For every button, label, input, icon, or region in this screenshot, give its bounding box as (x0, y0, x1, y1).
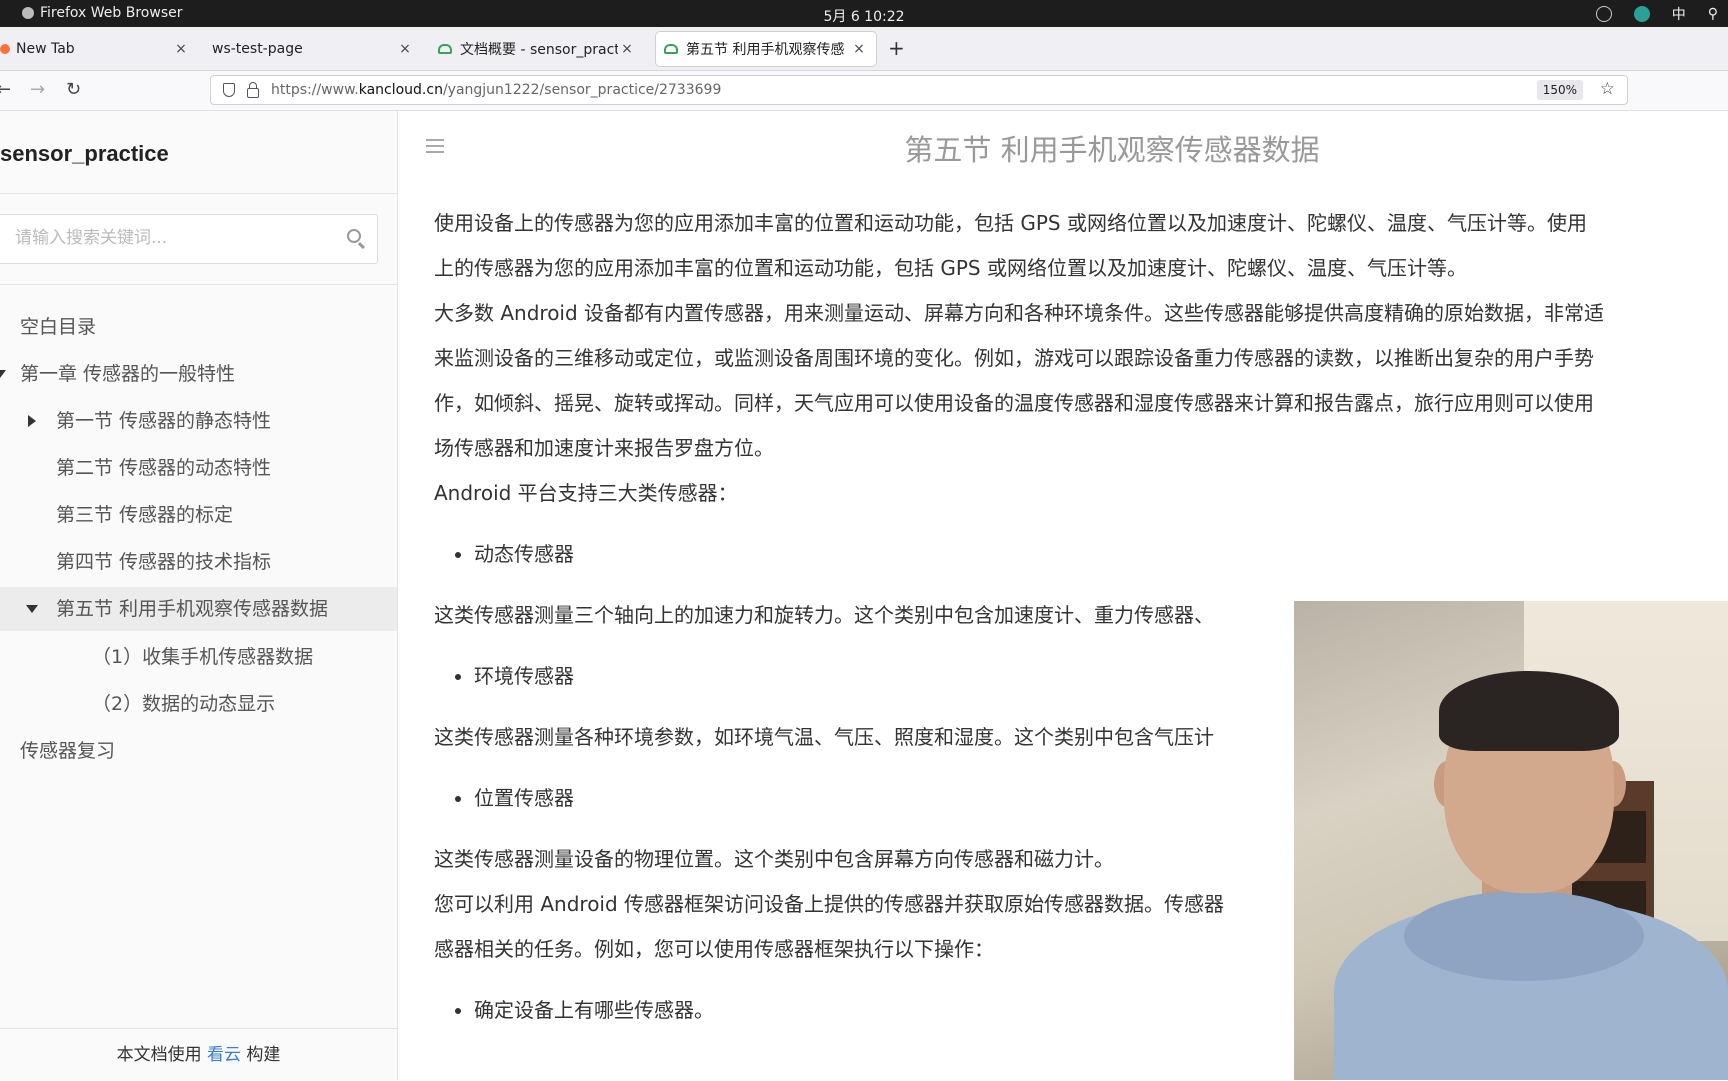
toc-label: 第一节 传感器的静态特性 (56, 410, 272, 432)
toc-item-section4[interactable]: 第四节 传感器的技术指标 (0, 540, 397, 584)
footer-text: 本文档使用 (116, 1045, 207, 1065)
sidebar: sensor_practice 空白目录 第一章 传感器的一般特性 第一节 传感… (0, 111, 398, 1080)
input-method-indicator[interactable]: 中 (1672, 4, 1686, 24)
bookmark-star-icon[interactable]: ☆ (1600, 79, 1615, 99)
toc-item-collect-data[interactable]: （1）收集手机传感器数据 (0, 635, 397, 679)
shield-icon[interactable] (223, 83, 235, 97)
toc-label: 传感器复习 (20, 740, 116, 762)
list-item: 动态传感器 (474, 532, 1728, 577)
paragraph: 场传感器和加速度计来报告罗盘方位。 (434, 436, 774, 460)
toc-item-section1[interactable]: 第一节 传感器的静态特性 (0, 399, 397, 443)
close-icon[interactable]: × (850, 41, 868, 57)
tab-active-section5[interactable]: 第五节 利用手机观察传感 × (656, 32, 876, 66)
app-indicator-icon[interactable] (1633, 6, 1650, 22)
chevron-down-icon[interactable] (26, 605, 38, 613)
toc-item-blank[interactable]: 空白目录 (0, 305, 397, 349)
url-prefix: https://www. (271, 82, 359, 98)
url-bar[interactable]: https://www.kancloud.cn/yangjun1222/sens… (210, 75, 1628, 105)
search-input[interactable] (13, 227, 317, 249)
reload-icon[interactable]: ↻ (66, 79, 81, 100)
url-text[interactable]: https://www.kancloud.cn/yangjun1222/sens… (271, 82, 721, 98)
tab-label: New Tab (16, 41, 75, 57)
os-top-bar: Firefox Web Browser 5月 6 10:22 中 ⚲ (0, 0, 1728, 27)
toc-label: （2）数据的动态显示 (92, 693, 276, 715)
tab-doc-overview[interactable]: 文档概要 - sensor_practic × (430, 32, 644, 66)
zoom-level-badge[interactable]: 150% (1536, 80, 1583, 100)
toc-label: 第一章 传感器的一般特性 (20, 363, 236, 385)
divider (0, 284, 397, 285)
toc-item-section3[interactable]: 第三节 传感器的标定 (0, 493, 397, 537)
search-icon[interactable] (347, 229, 361, 243)
tab-label: 第五节 利用手机观察传感 (686, 42, 845, 58)
network-icon[interactable]: ⚲ (1708, 6, 1718, 22)
url-domain: kancloud.cn (358, 82, 443, 98)
back-arrow-icon[interactable]: ← (0, 79, 11, 100)
toc-item-chapter1[interactable]: 第一章 传感器的一般特性 (0, 352, 397, 396)
nav-bar: ← → ↻ https://www.kancloud.cn/yangjun122… (0, 71, 1728, 111)
divider (0, 193, 397, 194)
url-path: /yangjun1222/sensor_practice/2733699 (442, 82, 722, 98)
toc-label: 第五节 利用手机观察传感器数据 (56, 598, 329, 620)
tab-new-tab[interactable]: New Tab × (0, 32, 198, 66)
paragraph: 使用设备上的传感器为您的应用添加丰富的位置和运动功能，包括 GPS 或网络位置以… (434, 211, 1587, 235)
tab-label: 文档概要 - sensor_practic (460, 42, 618, 58)
paragraph: 来监测设备的三维移动或定位，或监测设备周围环境的变化。例如，游戏可以跟踪设备重力… (434, 346, 1594, 370)
person-hair (1439, 671, 1619, 751)
toc-label: 第四节 传感器的技术指标 (56, 551, 272, 573)
tab-label: ws-test-page (212, 41, 303, 57)
kancloud-favicon-icon (438, 44, 452, 54)
paragraph: 上的传感器为您的应用添加丰富的位置和运动功能，包括 GPS 或网络位置以及加速度… (434, 256, 1467, 280)
tab-ws-test-page[interactable]: ws-test-page × (204, 32, 422, 66)
toc-item-review[interactable]: 传感器复习 (0, 729, 397, 773)
footer-text: 构建 (241, 1045, 281, 1065)
toc-label: （1）收集手机传感器数据 (92, 646, 314, 668)
chevron-down-icon[interactable] (0, 370, 6, 378)
kancloud-favicon-icon (664, 44, 678, 54)
close-icon[interactable]: × (396, 41, 414, 57)
clock[interactable]: 5月 6 10:22 (0, 6, 1728, 26)
toc-item-dynamic-display[interactable]: （2）数据的动态显示 (0, 682, 397, 726)
search-box (0, 214, 378, 264)
page-title: 第五节 利用手机观察传感器数据 (904, 133, 1320, 167)
sidebar-footer: 本文档使用 看云 构建 (0, 1028, 397, 1081)
toc-label: 第二节 传感器的动态特性 (56, 457, 272, 479)
forward-arrow-icon[interactable]: → (30, 79, 45, 100)
toc-item-section5[interactable]: 第五节 利用手机观察传感器数据 (0, 587, 397, 631)
kancloud-link[interactable]: 看云 (207, 1045, 241, 1065)
toc-item-section2[interactable]: 第二节 传感器的动态特性 (0, 446, 397, 490)
status-icon[interactable] (1595, 6, 1612, 22)
bullet-list: 动态传感器 (434, 532, 1728, 577)
paragraph: 作，如倾斜、摇晃、旋转或挥动。同样，天气应用可以使用设备的温度传感器和湿度传感器… (434, 391, 1594, 415)
paragraph: Android 平台支持三大类传感器： (434, 481, 738, 505)
close-icon[interactable]: × (172, 41, 190, 57)
toc-label: 第三节 传感器的标定 (56, 504, 234, 526)
person-hood (1404, 891, 1644, 981)
firefox-tab-icon (0, 44, 10, 54)
new-tab-button[interactable]: + (888, 38, 905, 58)
webcam-overlay (1294, 601, 1728, 1080)
book-title[interactable]: sensor_practice (0, 141, 169, 167)
close-icon[interactable]: × (618, 41, 636, 57)
lock-icon[interactable] (247, 82, 259, 98)
tab-strip: New Tab × ws-test-page × 文档概要 - sensor_p… (0, 27, 1728, 71)
system-tray: 中 ⚲ (1595, 4, 1718, 24)
toc-label: 空白目录 (20, 316, 97, 338)
paragraph: 大多数 Android 设备都有内置传感器，用来测量运动、屏幕方向和各种环境条件… (434, 301, 1605, 325)
chevron-right-icon[interactable] (28, 415, 36, 427)
